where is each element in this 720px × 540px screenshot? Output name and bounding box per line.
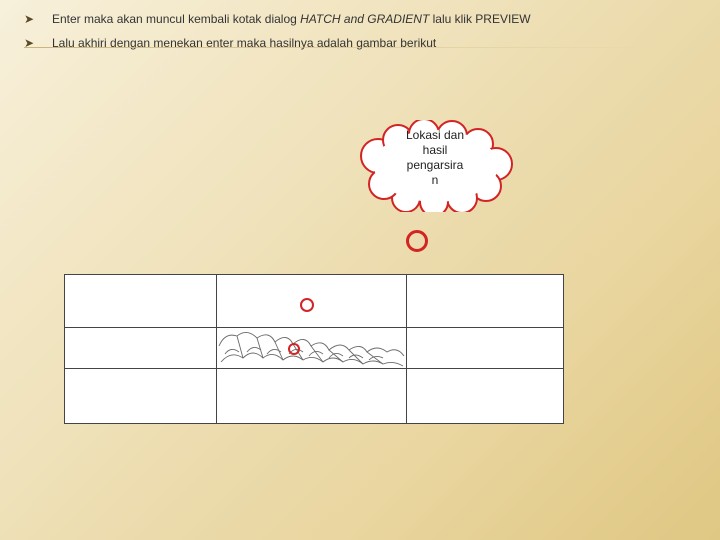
callout-tail xyxy=(398,230,428,260)
target-marker-icon xyxy=(300,298,314,312)
target-marker-icon xyxy=(288,343,300,355)
bullet-text: Enter maka akan muncul kembali kotak dia… xyxy=(52,10,696,28)
bullet-item: ➤ Enter maka akan muncul kembali kotak d… xyxy=(24,10,696,28)
hatch-pattern xyxy=(217,328,406,368)
bullet-text: Lalu akhiri dengan menekan enter maka ha… xyxy=(52,34,696,52)
bullet-text-pre: Enter maka akan muncul kembali kotak dia… xyxy=(52,12,300,26)
floorplan-diagram xyxy=(64,274,564,424)
bullet-marker: ➤ xyxy=(24,10,52,28)
bullet-text-italic: HATCH and GRADIENT xyxy=(300,12,429,26)
callout-line: hasil xyxy=(350,143,520,158)
illustration-area: Lokasi dan hasil pengarsira n xyxy=(0,120,720,480)
bullet-list: ➤ Enter maka akan muncul kembali kotak d… xyxy=(0,0,720,52)
grid-line xyxy=(64,368,564,369)
callout-line: Lokasi dan xyxy=(350,128,520,143)
callout-cloud: Lokasi dan hasil pengarsira n xyxy=(350,120,520,212)
bullet-text-post: lalu klik PREVIEW xyxy=(429,12,530,26)
divider-line xyxy=(24,47,720,48)
bullet-marker: ➤ xyxy=(24,34,52,52)
bullet-item: ➤ Lalu akhiri dengan menekan enter maka … xyxy=(24,34,696,52)
callout-line: n xyxy=(350,173,520,188)
hatch-icon xyxy=(217,328,406,368)
tail-bubble-icon xyxy=(406,230,428,252)
callout-line: pengarsira xyxy=(350,158,520,173)
grid-line xyxy=(406,274,407,424)
callout-text: Lokasi dan hasil pengarsira n xyxy=(350,128,520,188)
